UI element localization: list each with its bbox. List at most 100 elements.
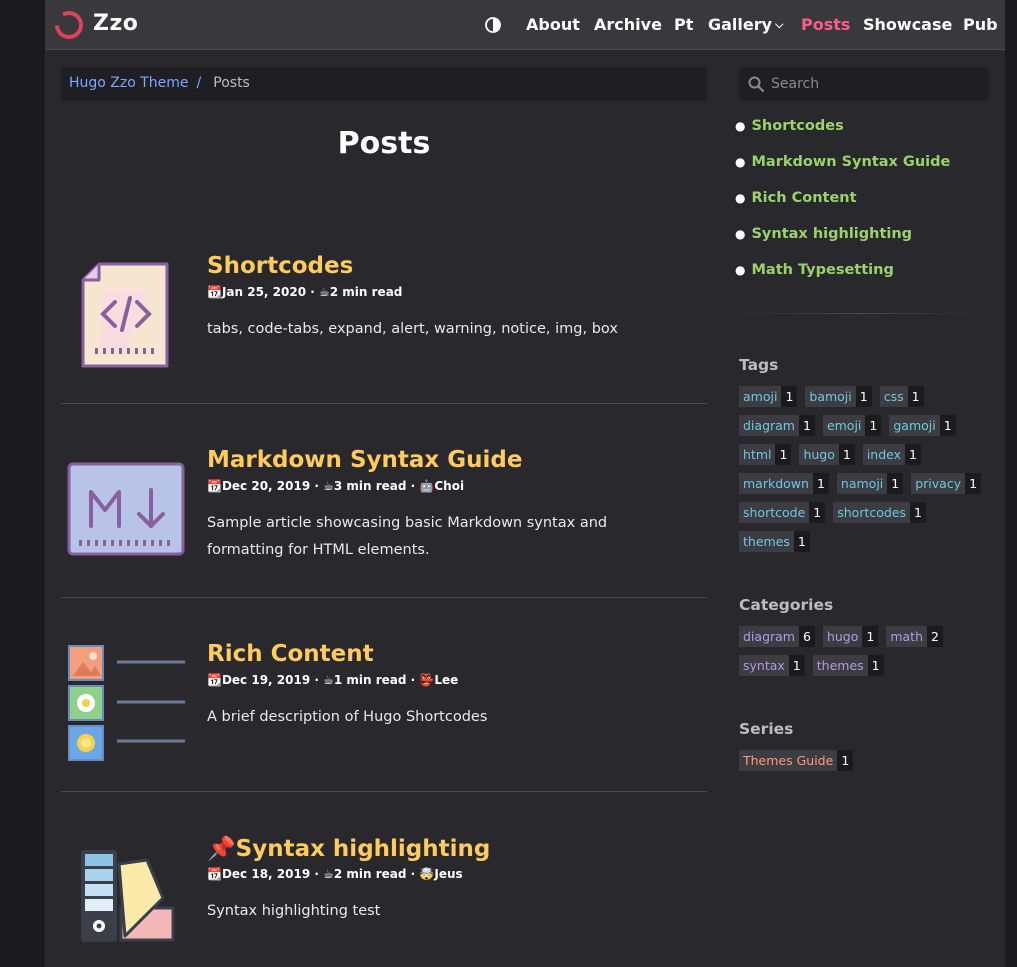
pill-name: index bbox=[862, 444, 906, 465]
pill-name: hugo bbox=[822, 626, 863, 647]
toc-item[interactable]: ● Syntax highlighting bbox=[735, 226, 950, 262]
pill-count: 1 bbox=[788, 655, 805, 676]
post-author[interactable]: Jeus bbox=[434, 867, 462, 881]
tag-pill[interactable]: privacy 1 bbox=[911, 473, 982, 494]
toc-item[interactable]: ● Rich Content bbox=[735, 190, 950, 226]
tag-pill[interactable]: diagram 1 bbox=[739, 415, 815, 436]
series-list: Themes Guide 1 bbox=[739, 750, 999, 779]
pill-count: 1 bbox=[865, 415, 882, 436]
toc-label: Shortcodes bbox=[751, 118, 844, 134]
pill-count: 1 bbox=[905, 444, 921, 465]
pill-count: 1 bbox=[781, 386, 798, 407]
tag-pill[interactable]: gamoji 1 bbox=[889, 415, 956, 436]
nav-about[interactable]: About bbox=[526, 15, 580, 34]
contrast-icon[interactable] bbox=[485, 17, 501, 33]
navbar: Zzo About Archive Pt Gallery ⌵ Posts Show… bbox=[45, 0, 1005, 50]
category-pill[interactable]: diagram 6 bbox=[739, 626, 815, 647]
category-pill[interactable]: syntax 1 bbox=[739, 655, 805, 676]
pill-name: gamoji bbox=[889, 415, 940, 436]
markdown-icon[interactable] bbox=[67, 462, 185, 556]
pill-name: Themes Guide bbox=[739, 750, 838, 771]
post-meta: 📆Dec 19, 2019 · ☕1 min read · 👺Lee bbox=[207, 673, 459, 687]
series-heading: Series bbox=[739, 720, 794, 738]
post-divider bbox=[61, 403, 707, 404]
search-box bbox=[739, 67, 989, 101]
pill-count: 1 bbox=[887, 473, 904, 494]
toc-item[interactable]: ● Markdown Syntax Guide bbox=[735, 154, 950, 190]
pill-count: 1 bbox=[939, 415, 956, 436]
nav-gallery[interactable]: Gallery ⌵ bbox=[708, 15, 783, 34]
post-title-link[interactable]: Rich Content bbox=[207, 641, 374, 667]
categories-row: diagram 6 hugo 1 math 2 bbox=[739, 626, 999, 655]
nav-posts[interactable]: Posts bbox=[801, 15, 850, 34]
nav-archive[interactable]: Archive bbox=[594, 15, 662, 34]
tag-pill[interactable]: themes 1 bbox=[739, 531, 810, 552]
post-title-text: Syntax highlighting bbox=[235, 836, 491, 862]
pill-name: privacy bbox=[911, 473, 966, 494]
coffee-icon: ☕ bbox=[323, 867, 334, 881]
calendar-icon: 📆 bbox=[207, 285, 222, 299]
calendar-icon: 📆 bbox=[207, 867, 222, 881]
toc-item[interactable]: ● Shortcodes bbox=[735, 118, 950, 154]
category-pill[interactable]: themes 1 bbox=[812, 655, 884, 676]
post-title-link[interactable]: Shortcodes bbox=[207, 253, 353, 279]
chevron-down-icon: ⌵ bbox=[775, 18, 784, 31]
tags-list: amoji 1 bamoji 1 css 1 diagram 1 emoji 1 gamoji 1 ht… bbox=[739, 386, 999, 560]
pill-count: 1 bbox=[910, 502, 926, 523]
post-author[interactable]: Choi bbox=[434, 479, 464, 493]
tag-pill[interactable]: index 1 bbox=[862, 444, 921, 465]
post-meta: 📆Dec 18, 2019 · ☕2 min read · 🤯Jeus bbox=[207, 867, 463, 881]
series-pill[interactable]: Themes Guide 1 bbox=[739, 750, 854, 771]
nav-pub[interactable]: Pub bbox=[963, 15, 998, 34]
series-row: Themes Guide 1 bbox=[739, 750, 999, 779]
pill-count: 1 bbox=[775, 444, 792, 465]
toc-item[interactable]: ● Math Typesetting bbox=[735, 262, 950, 298]
nav-pt[interactable]: Pt bbox=[674, 15, 693, 34]
pushpin-icon: 📌 bbox=[207, 836, 236, 862]
tag-pill[interactable]: bamoji 1 bbox=[805, 386, 872, 407]
tag-pill[interactable]: markdown 1 bbox=[739, 473, 829, 494]
brand-name[interactable]: Zzo bbox=[93, 11, 138, 36]
coffee-icon: ☕ bbox=[323, 479, 334, 493]
color-palette-icon[interactable] bbox=[77, 848, 177, 946]
code-file-icon[interactable] bbox=[79, 260, 171, 370]
tag-pill[interactable]: amoji 1 bbox=[739, 386, 798, 407]
tag-pill[interactable]: html 1 bbox=[739, 444, 792, 465]
post-title-link[interactable]: 📌Syntax highlighting bbox=[207, 835, 490, 862]
tags-heading: Tags bbox=[739, 356, 779, 374]
calendar-icon: 📆 bbox=[207, 673, 222, 687]
post-meta: 📆Jan 25, 2020 · ☕2 min read bbox=[207, 285, 403, 299]
tag-pill[interactable]: namoji 1 bbox=[836, 473, 904, 494]
breadcrumb-home-link[interactable]: Hugo Zzo Theme bbox=[69, 75, 189, 91]
post-description: Sample article showcasing basic Markdown… bbox=[207, 515, 608, 558]
pill-name: markdown bbox=[739, 473, 813, 494]
search-input[interactable] bbox=[771, 73, 981, 95]
page: Zzo About Archive Pt Gallery ⌵ Posts Show… bbox=[45, 0, 1005, 967]
toc-label: Rich Content bbox=[751, 190, 857, 206]
tag-pill[interactable]: hugo 1 bbox=[799, 444, 855, 465]
categories-row: syntax 1 themes 1 bbox=[739, 655, 999, 684]
categories-list: diagram 6 hugo 1 math 2 syntax 1 themes 1 bbox=[739, 626, 999, 684]
pill-count: 1 bbox=[793, 531, 810, 552]
post-title-link[interactable]: Markdown Syntax Guide bbox=[207, 447, 522, 473]
tags-row: shortcode 1 shortcodes 1 bbox=[739, 502, 999, 531]
pill-name: diagram bbox=[739, 626, 799, 647]
image-gallery-icon[interactable] bbox=[67, 644, 187, 762]
tag-pill[interactable]: emoji 1 bbox=[822, 415, 882, 436]
tag-pill[interactable]: shortcodes 1 bbox=[833, 502, 926, 523]
post-read-time: 2 min read bbox=[333, 867, 407, 881]
tag-pill[interactable]: shortcode 1 bbox=[739, 502, 826, 523]
post-description: tabs, code-tabs, expand, alert, warning,… bbox=[207, 321, 618, 337]
pill-name: themes bbox=[812, 655, 868, 676]
post-author[interactable]: Lee bbox=[434, 673, 458, 687]
category-pill[interactable]: math 2 bbox=[886, 626, 943, 647]
post-meta: 📆Dec 20, 2019 · ☕3 min read · 🤖Choi bbox=[207, 479, 465, 493]
pill-count: 1 bbox=[809, 502, 826, 523]
category-pill[interactable]: hugo 1 bbox=[822, 626, 879, 647]
bullet-icon: ● bbox=[735, 227, 746, 241]
zzo-logo-icon[interactable] bbox=[54, 10, 84, 40]
nav-showcase[interactable]: Showcase bbox=[863, 15, 952, 34]
tag-pill[interactable]: css 1 bbox=[879, 386, 924, 407]
post-date: Dec 18, 2019 bbox=[221, 867, 311, 881]
exploding-head-icon: 🤯 bbox=[419, 867, 435, 881]
